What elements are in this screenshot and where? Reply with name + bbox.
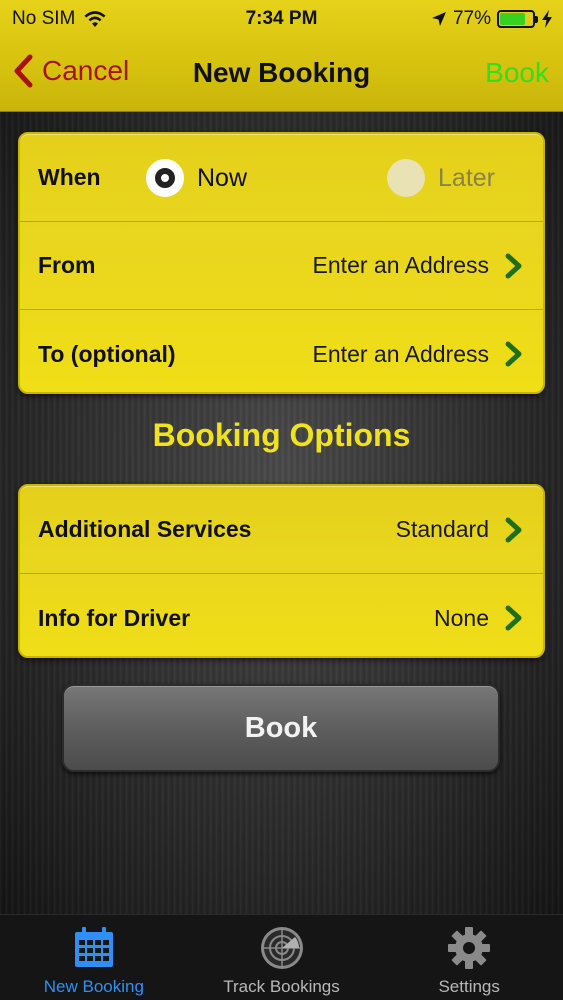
charging-bolt-icon: [542, 10, 552, 28]
additional-services-label: Additional Services: [38, 516, 252, 542]
radio-later[interactable]: Later: [387, 159, 495, 197]
tab-bar: New Booking Track Bookings Settings: [0, 914, 563, 1000]
status-bar: No SIM 7:34 PM 77%: [0, 0, 563, 38]
radio-later-indicator: [387, 159, 426, 197]
tab-settings[interactable]: Settings: [375, 915, 563, 1000]
header: No SIM 7:34 PM 77% Cancel New Booking Bo…: [0, 0, 563, 112]
chevron-right-icon: [505, 253, 522, 278]
from-label: From: [38, 252, 96, 278]
to-row[interactable]: To (optional) Enter an Address: [20, 310, 543, 392]
chevron-right-icon: [505, 605, 522, 631]
battery-fill: [500, 13, 525, 25]
trip-details-card: When Now Later From Enter an Address To …: [18, 132, 545, 394]
when-label: When: [38, 164, 101, 190]
info-for-driver-value: None: [434, 604, 489, 631]
radar-icon: [260, 927, 303, 969]
booking-options-card: Additional Services Standard Info for Dr…: [18, 484, 545, 658]
book-button[interactable]: Book: [62, 684, 500, 772]
radio-later-label: Later: [438, 163, 495, 192]
chevron-right-icon: [505, 341, 522, 367]
battery-percent: 77%: [452, 8, 491, 29]
chevron-right-icon: [505, 517, 522, 542]
nav-bar: Cancel New Booking Book: [0, 40, 563, 110]
when-row: When Now Later: [20, 134, 543, 222]
when-radio-group: Now Later: [146, 134, 495, 222]
status-right: 77%: [431, 8, 553, 30]
gear-icon: [448, 927, 491, 969]
radio-now-indicator: [146, 159, 184, 197]
tab-new-booking-label: New Booking: [43, 977, 144, 996]
tab-track-bookings-label: Track Bookings: [223, 977, 340, 996]
info-for-driver-label: Info for Driver: [38, 604, 191, 631]
to-label: To (optional): [38, 340, 176, 367]
tab-new-booking[interactable]: New Booking: [0, 915, 188, 1000]
to-value: Enter an Address: [312, 340, 489, 367]
from-row[interactable]: From Enter an Address: [20, 222, 543, 310]
tab-track-bookings[interactable]: Track Bookings: [188, 915, 376, 1000]
radio-now[interactable]: Now: [146, 159, 247, 197]
calendar-icon: [74, 927, 113, 967]
additional-services-value: Standard: [395, 516, 489, 542]
additional-services-row[interactable]: Additional Services Standard: [20, 486, 543, 574]
location-arrow-icon: [431, 12, 446, 26]
radio-now-label: Now: [197, 163, 248, 192]
content-area: When Now Later From Enter an Address To …: [0, 112, 563, 914]
nav-book-button[interactable]: Book: [485, 57, 549, 89]
booking-options-title: Booking Options: [152, 417, 411, 453]
tab-settings-label: Settings: [438, 977, 500, 996]
from-value: Enter an Address: [312, 252, 489, 278]
battery-icon: [497, 10, 538, 28]
page-title: New Booking: [192, 57, 371, 88]
info-for-driver-row[interactable]: Info for Driver None: [20, 574, 543, 656]
